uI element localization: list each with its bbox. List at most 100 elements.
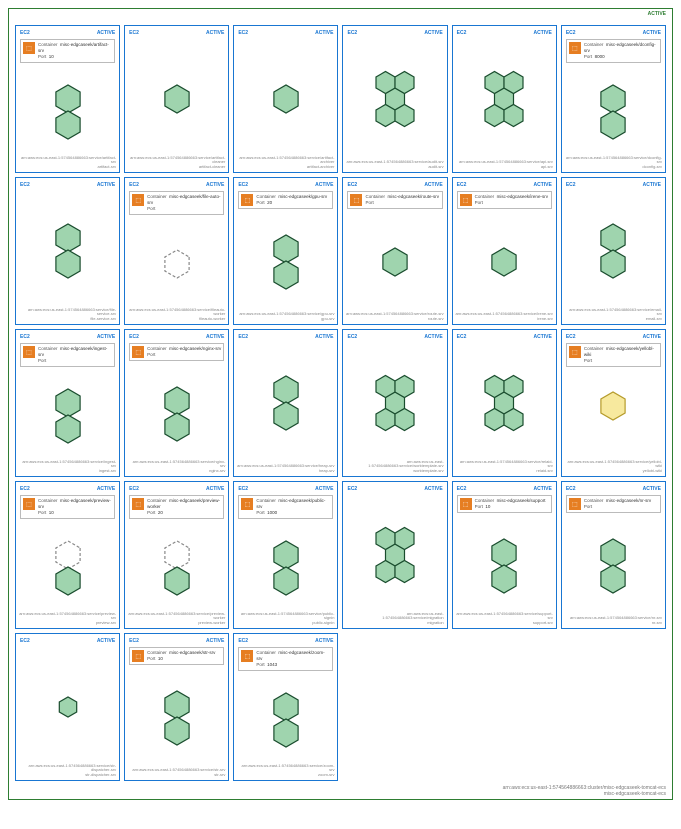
card-footer: arn:aws:ecs:us-east-1:574564886663:servi… xyxy=(570,616,662,626)
container-icon: ⬚ xyxy=(241,498,253,510)
card-footer: arn:aws:ecs:us-east-1:574564886663:servi… xyxy=(564,460,662,474)
card-status: ACTIVE xyxy=(315,486,333,492)
service-card[interactable]: EC2ACTIVE⬚ Container misc-edgcaseek/str-… xyxy=(124,633,229,781)
container-info: ⬚ Container misc-edgcaseek/support Port … xyxy=(457,495,552,513)
container-info: ⬚ Container misc-edgcaseek/zoom-srv Port… xyxy=(238,647,333,671)
task-hexes xyxy=(129,669,224,766)
card-type: EC2 xyxy=(457,334,467,340)
task-hexes xyxy=(238,523,333,614)
container-info: ⬚ Container misc-edgcaseek/ingest-srv Po… xyxy=(20,343,115,367)
card-status: ACTIVE xyxy=(97,182,115,188)
card-type: EC2 xyxy=(238,638,248,644)
card-type: EC2 xyxy=(238,30,248,36)
container-icon: ⬚ xyxy=(23,42,35,54)
service-card[interactable]: EC2ACTIVEarn:aws:ecs:us-east-1:574564886… xyxy=(15,177,120,325)
cluster-footer: arn:aws:ecs:us-east-1:574564886663:clust… xyxy=(503,785,666,797)
card-status: ACTIVE xyxy=(97,486,115,492)
task-hexes xyxy=(238,675,333,766)
card-type: EC2 xyxy=(457,30,467,36)
service-card[interactable]: EC2ACTIVE ⬚ Container misc-edgcaseek/file… xyxy=(124,177,229,325)
service-card[interactable]: EC2ACTIVEarn:aws:ecs:us-east-1:574564886… xyxy=(342,25,447,173)
service-card[interactable]: EC2 ACTIVE arn:aws:ecs:us-east-1:574564886… xyxy=(124,25,229,173)
task-hexes xyxy=(238,343,333,462)
card-footer: arn:aws:ecs:us-east-1:574564886663:servi… xyxy=(237,464,334,474)
service-card[interactable]: EC2ACTIVE⬚ Container misc-edgcaseek/publ… xyxy=(233,481,338,629)
task-hexes xyxy=(20,523,115,614)
service-card[interactable]: EC2 ACTIVE ⬚ Container misc-edgcaseek/yell… xyxy=(561,329,666,477)
container-info: ⬚ Container misc-edgcaseek/str-srv Port … xyxy=(129,647,224,665)
container-info: ⬚ Container misc-edgcaseek/file-auto-srv… xyxy=(129,191,224,215)
service-card[interactable]: EC2ACTIVE⬚ Container misc-edgcaseek/prev… xyxy=(124,481,229,629)
card-footer: arn:aws:ecs:us-east-1:574564886663:servi… xyxy=(127,460,225,474)
card-status: ACTIVE xyxy=(206,30,224,36)
container-info: ⬚ Container misc-edgcaseek/nr-srv Port xyxy=(566,495,661,513)
card-status: ACTIVE xyxy=(424,334,442,340)
container-info: ⬚ Container misc-edgcaseek/dconfig-srv P… xyxy=(566,39,661,63)
card-status: ACTIVE xyxy=(643,334,661,340)
service-card[interactable]: EC2ACTIVEarn:aws:ecs:us-east-1:574564886… xyxy=(561,177,666,325)
container-icon: ⬚ xyxy=(569,498,581,510)
service-card[interactable]: EC2ACTIVE⬚ Container misc-edgcaseek/supp… xyxy=(452,481,557,629)
card-footer: arn:aws:ecs:us-east-1:574564886663:servi… xyxy=(127,156,225,170)
card-header: EC2ACTIVE xyxy=(20,30,115,36)
container-icon: ⬚ xyxy=(23,346,35,358)
card-footer: arn:aws:ecs:us-east-1:574564886663:servi… xyxy=(346,612,444,626)
task-hexes xyxy=(129,219,224,310)
service-card[interactable]: EC2 ACTIVE ⬚ Container misc-edgcaseek/nr-s… xyxy=(561,481,666,629)
task-hexes xyxy=(347,343,442,462)
task-hexes xyxy=(20,371,115,462)
service-card[interactable]: EC2ACTIVE⬚ Container misc-edgcaseek/arti… xyxy=(15,25,120,173)
container-icon: ⬚ xyxy=(241,650,253,662)
card-status: ACTIVE xyxy=(97,334,115,340)
task-hexes xyxy=(347,39,442,158)
card-header: EC2 ACTIVE xyxy=(20,486,115,492)
service-card[interactable]: EC2ACTIVEarn:aws:ecs:us-east-1:574564886… xyxy=(233,329,338,477)
card-type: EC2 xyxy=(20,486,30,492)
service-card[interactable]: EC2ACTIVE⬚ Container misc-edgcaseek/dcon… xyxy=(561,25,666,173)
card-header: EC2ACTIVE xyxy=(238,638,333,644)
service-card[interactable]: EC2ACTIVEarn:aws:ecs:us-east-1:574564886… xyxy=(342,481,447,629)
container-info: ⬚ Container misc-edgcaseek/route-srv Por… xyxy=(347,191,442,209)
container-info: ⬚ Container misc-edgcaseek/gpu-srv Port … xyxy=(238,191,333,209)
card-footer: arn:aws:ecs:us-east-1:574564886663:servi… xyxy=(237,764,335,778)
service-card[interactable]: EC2ACTIVEarn:aws:ecs:us-east-1:574564886… xyxy=(452,329,557,477)
task-hexes xyxy=(566,371,661,462)
card-footer: arn:aws:ecs:us-east-1:574564886663:servi… xyxy=(239,312,334,322)
card-type: EC2 xyxy=(20,334,30,340)
card-header: EC2ACTIVE xyxy=(129,182,224,188)
service-card[interactable]: EC2ACTIVE⬚ Container misc-edgcaseek/rout… xyxy=(342,177,447,325)
card-status: ACTIVE xyxy=(315,182,333,188)
card-header: EC2ACTIVE xyxy=(129,486,224,492)
service-card[interactable]: EC2ACTIVEarn:aws:ecs:us-east-1:574564886… xyxy=(342,329,447,477)
service-card[interactable]: EC2ACTIVE⬚ Container misc-edgcaseek/ngin… xyxy=(124,329,229,477)
card-status: ACTIVE xyxy=(97,30,115,36)
card-status: ACTIVE xyxy=(643,486,661,492)
card-status: ACTIVE xyxy=(206,182,224,188)
card-footer: arn:aws:ecs:us-east-1:574564886663:servi… xyxy=(459,160,553,170)
card-type: EC2 xyxy=(457,182,467,188)
card-type: EC2 xyxy=(129,638,139,644)
card-type: EC2 xyxy=(566,334,576,340)
service-card[interactable]: EC2ACTIVE⬚ Container misc-edgcaseek/iren… xyxy=(452,177,557,325)
card-footer: arn:aws:ecs:us-east-1:574564886663:servi… xyxy=(346,160,443,170)
service-card[interactable]: EC2 ACTIVE ⬚ Container misc-edgcaseek/inge… xyxy=(15,329,120,477)
service-card[interactable]: EC2ACTIVEarn:aws:ecs:us-east-1:574564886… xyxy=(233,25,338,173)
service-card[interactable]: EC2ACTIVE ⬚ Container misc-edgcaseek/zoom… xyxy=(233,633,338,781)
card-type: EC2 xyxy=(129,30,139,36)
card-type: EC2 xyxy=(457,486,467,492)
service-card[interactable]: EC2ACTIVEarn:aws:ecs:us-east-1:574564886… xyxy=(15,633,120,781)
card-type: EC2 xyxy=(347,30,357,36)
card-footer: arn:aws:ecs:us-east-1:574564886663:servi… xyxy=(18,764,116,778)
service-card[interactable]: EC2ACTIVE⬚ Container misc-edgcaseek/prev… xyxy=(15,481,120,629)
container-info: ⬚ Container misc-edgcaseek/yellobl-wiki … xyxy=(566,343,661,367)
card-footer: arn:aws:ecs:us-east-1:574564886663:servi… xyxy=(346,312,444,322)
card-header: EC2ACTIVE xyxy=(238,486,333,492)
card-type: EC2 xyxy=(566,486,576,492)
service-card[interactable]: EC2ACTIVE⬚ Container misc-edgcaseek/gpu-… xyxy=(233,177,338,325)
container-icon: ⬚ xyxy=(132,498,144,510)
card-footer: arn:aws:ecs:us-east-1:574564886663:servi… xyxy=(127,308,225,322)
card-type: EC2 xyxy=(566,30,576,36)
service-card[interactable]: EC2ACTIVEarn:aws:ecs:us-east-1:574564886… xyxy=(452,25,557,173)
task-hexes xyxy=(457,39,552,158)
task-hexes xyxy=(20,67,115,158)
